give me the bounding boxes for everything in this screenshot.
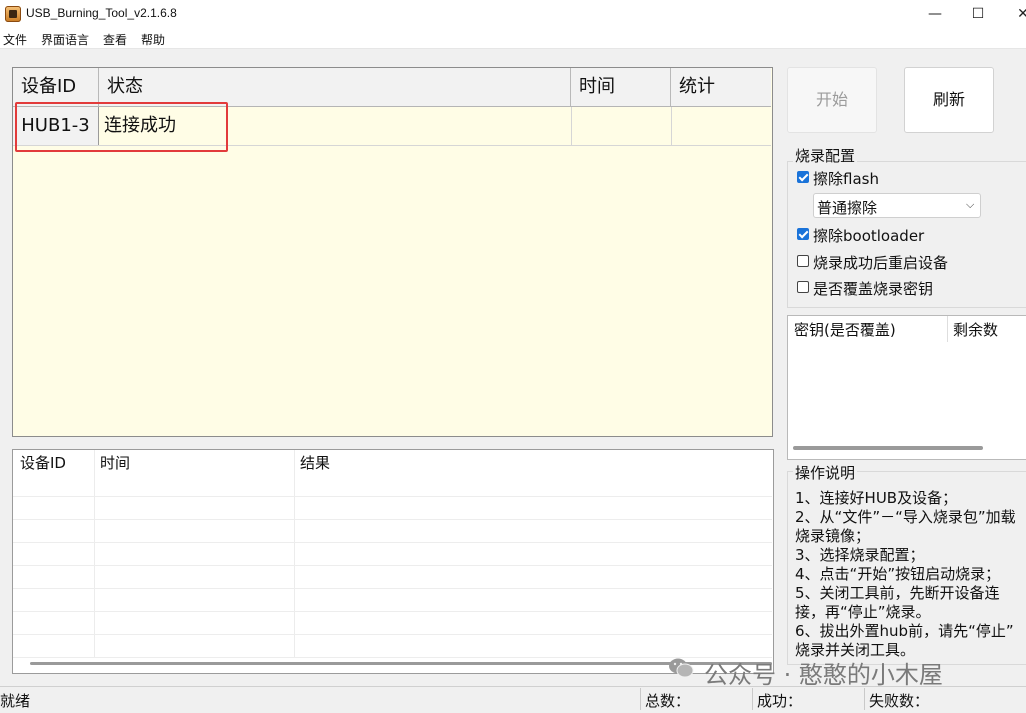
log-row-line xyxy=(13,657,772,658)
chevron-down-icon: ⌵ xyxy=(966,198,975,211)
burn-config-title: 烧录配置 xyxy=(793,145,858,166)
instruction-line: 接，再“停止”烧录。 xyxy=(795,603,931,621)
highlight-annotation xyxy=(15,102,228,152)
menu-file[interactable]: 文件 xyxy=(3,31,27,48)
log-horizontal-scrollbar[interactable] xyxy=(30,662,772,665)
app-icon xyxy=(5,6,21,22)
log-column-divider xyxy=(294,450,295,658)
key-header-remaining[interactable]: 剩余数 xyxy=(953,319,998,340)
log-row-line xyxy=(13,634,772,635)
instruction-line: 2、从“文件”－“导入烧录包”加载 xyxy=(795,508,1016,526)
instruction-line: 烧录镜像； xyxy=(795,527,871,545)
status-divider xyxy=(640,688,641,710)
reboot-after-label[interactable]: 烧录成功后重启设备 xyxy=(813,252,948,273)
col-header-time[interactable]: 时间 xyxy=(571,68,671,106)
log-row-line xyxy=(13,496,772,497)
menu-view[interactable]: 查看 xyxy=(103,31,127,48)
overwrite-key-label[interactable]: 是否覆盖烧录密钥 xyxy=(813,278,933,299)
status-ready: 就绪 xyxy=(0,692,31,710)
erase-bootloader-label[interactable]: 擦除bootloader xyxy=(813,225,924,246)
window-title: USB_Burning_Tool_v2.1.6.8 xyxy=(26,6,177,20)
close-button[interactable]: ✕ xyxy=(1000,0,1026,28)
minimize-button[interactable]: — xyxy=(912,0,958,28)
menu-language[interactable]: 界面语言 xyxy=(41,31,89,48)
key-header-divider xyxy=(947,316,948,342)
status-total: 总数： xyxy=(645,692,691,710)
cell-divider xyxy=(671,107,672,145)
key-list-scrollbar[interactable] xyxy=(793,446,983,450)
erase-flash-checkbox[interactable] xyxy=(797,171,809,183)
status-divider xyxy=(752,688,753,710)
reboot-after-checkbox[interactable] xyxy=(797,255,809,267)
erase-bootloader-checkbox[interactable] xyxy=(797,228,809,240)
refresh-button[interactable]: 刷新 xyxy=(904,67,994,133)
instruction-line: 1、连接好HUB及设备； xyxy=(795,489,958,507)
status-divider xyxy=(864,688,865,710)
cell-divider xyxy=(571,107,572,145)
instruction-line: 4、点击“开始”按钮启动烧录； xyxy=(795,565,1001,583)
col-header-stats[interactable]: 统计 xyxy=(671,68,771,106)
menu-help[interactable]: 帮助 xyxy=(141,31,165,48)
status-failed: 失败数： xyxy=(869,692,930,710)
instructions-title: 操作说明 xyxy=(793,462,858,483)
log-column-divider xyxy=(94,450,95,658)
start-button[interactable]: 开始 xyxy=(787,67,877,133)
overwrite-key-checkbox[interactable] xyxy=(797,281,809,293)
log-row-line xyxy=(13,588,772,589)
erase-mode-value: 普通擦除 xyxy=(817,199,878,217)
instruction-line: 6、拔出外置hub前，请先“停止” xyxy=(795,622,1014,640)
watermark-text: 公众号 · 憨憨的小木屋 xyxy=(704,661,943,689)
log-row-line xyxy=(13,519,772,520)
col-header-status[interactable]: 状态 xyxy=(99,68,571,106)
log-header-result[interactable]: 结果 xyxy=(300,452,330,473)
key-header-key[interactable]: 密钥(是否覆盖) xyxy=(794,319,896,340)
erase-flash-label[interactable]: 擦除flash xyxy=(813,168,879,189)
instruction-line: 5、关闭工具前，先断开设备连 xyxy=(795,584,1000,602)
instruction-line: 3、选择烧录配置； xyxy=(795,546,925,564)
log-row-line xyxy=(13,611,772,612)
status-success: 成功： xyxy=(757,692,803,710)
wechat-icon xyxy=(669,658,694,678)
log-header-device-id[interactable]: 设备ID xyxy=(20,452,66,473)
log-row-line xyxy=(13,565,772,566)
log-table[interactable] xyxy=(12,449,774,674)
col-header-device-id[interactable]: 设备ID xyxy=(13,68,99,106)
maximize-button[interactable]: ☐ xyxy=(955,0,1001,28)
log-row-line xyxy=(13,542,772,543)
log-header-time[interactable]: 时间 xyxy=(100,452,130,473)
